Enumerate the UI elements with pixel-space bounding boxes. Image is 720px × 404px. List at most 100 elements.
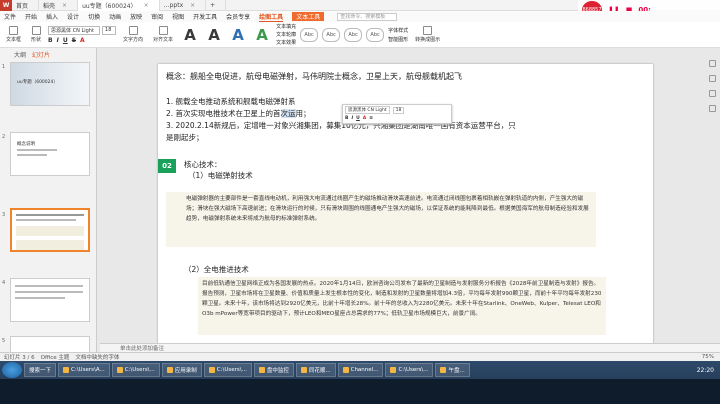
mini-font-select[interactable]: 思源黑体 CN Light: [345, 106, 390, 114]
list-item-2[interactable]: 2. 首次实现电推技术在卫星上的首次运用；: [166, 108, 311, 119]
close-icon[interactable]: ×: [144, 2, 149, 9]
list-item-3[interactable]: 3. 2020.2.14新规后，定增唯一对象兴湘集团，募集10亿元，兴湘集团是湖…: [166, 120, 516, 131]
slide-number: 5: [2, 338, 6, 344]
menu-developer[interactable]: 开发工具: [193, 12, 217, 21]
font-size-select[interactable]: 18: [102, 25, 117, 35]
menu-review[interactable]: 审阅: [151, 12, 163, 21]
subheading-2[interactable]: （2）全电推进技术: [184, 264, 249, 275]
text-style-a1[interactable]: A: [180, 26, 200, 44]
menu-file[interactable]: 文件: [4, 12, 16, 21]
text-outline-button[interactable]: 文本轮廓: [276, 31, 296, 38]
zoom-level[interactable]: 75%: [702, 354, 714, 360]
menu-start[interactable]: 开始: [25, 12, 37, 21]
close-icon[interactable]: ×: [62, 2, 67, 9]
text-style-a4[interactable]: A: [252, 26, 272, 44]
mini-italic-icon[interactable]: I: [351, 116, 353, 121]
menu-animation[interactable]: 动画: [109, 12, 121, 21]
shape-button[interactable]: 形状: [28, 25, 44, 45]
convert-diagram-button[interactable]: 转换成图示: [412, 25, 443, 45]
thumb-text-line: [17, 154, 47, 156]
tab-home[interactable]: 首页: [12, 0, 40, 11]
menu-design[interactable]: 设计: [67, 12, 79, 21]
mini-size-select[interactable]: 18: [392, 106, 405, 114]
smart-graphic-button[interactable]: 智能图形: [388, 36, 408, 43]
menu-slideshow[interactable]: 放映: [130, 12, 142, 21]
tab-docer[interactable]: 稻壳 ×: [39, 0, 79, 11]
concept-line[interactable]: 概念：舰船全电促进，航母电磁弹射，马伟明院士概念，卫星上天，航母舰载机起飞: [166, 71, 462, 82]
style-preset-1[interactable]: Abc: [300, 27, 319, 42]
clock[interactable]: 22:20: [697, 367, 720, 374]
taskbar-item[interactable]: C:\Users\...: [385, 363, 434, 377]
slide-number: 3: [2, 212, 6, 218]
text-style-a2[interactable]: A: [204, 26, 224, 44]
taskbar-background: [0, 379, 720, 404]
menu-insert[interactable]: 插入: [46, 12, 58, 21]
taskbar-item[interactable]: 盘中监控: [253, 363, 294, 377]
taskbar-item[interactable]: C:\Users\A...: [58, 363, 110, 377]
tab-slides[interactable]: 幻灯片: [32, 50, 50, 59]
style-preset-2[interactable]: Abc: [322, 27, 341, 42]
taskbar-item[interactable]: 同花顺...: [295, 363, 336, 377]
wps-logo-icon[interactable]: W: [0, 0, 12, 11]
list-item-1[interactable]: 1. 舰载全电推动系统和舰载电磁弹射系: [166, 96, 296, 107]
slide-thumbnail-1[interactable]: uu专题（600024）: [10, 62, 90, 106]
taskbar-item[interactable]: 应用录制: [161, 363, 202, 377]
align-text-icon: [158, 26, 168, 35]
taskbar-item[interactable]: 午盘...: [435, 363, 470, 377]
text-direction-button[interactable]: 文字方向: [120, 25, 146, 45]
slide-canvas: 概念：舰船全电促进，航母电磁弹射，马伟明院士概念，卫星上天，航母舰载机起飞 1.…: [100, 48, 720, 344]
taskbar-search[interactable]: 搜索一下: [24, 363, 57, 377]
slide-thumbnail-3[interactable]: [10, 208, 90, 252]
slide-thumbnail-2[interactable]: 概念说明: [10, 132, 90, 176]
slide[interactable]: 概念：舰船全电促进，航母电磁弹射，马伟明院士概念，卫星上天，航母舰载机起飞 1.…: [158, 64, 653, 344]
style-preset-3[interactable]: Abc: [344, 27, 363, 42]
align-text-button[interactable]: 对齐文本: [150, 25, 176, 45]
font-name-select[interactable]: 思源黑体 CN Light: [48, 25, 101, 35]
menu-text-tools[interactable]: 文本工具: [292, 12, 325, 21]
list-item-3-cont[interactable]: 是刚起步；: [166, 132, 204, 143]
mini-font-color-icon[interactable]: A: [363, 116, 366, 121]
floating-format-toolbar: 思源黑体 CN Light 18 B I U A ≡: [342, 104, 452, 124]
bold-icon[interactable]: B: [48, 37, 53, 44]
subheading-1[interactable]: （1）电磁弹射技术: [188, 170, 253, 181]
menu-transition[interactable]: 切换: [88, 12, 100, 21]
menu-member[interactable]: 会员专享: [226, 12, 250, 21]
strikethrough-icon[interactable]: S: [72, 37, 76, 44]
italic-icon[interactable]: I: [57, 37, 59, 44]
app-icon: [258, 367, 265, 373]
taskbar-item[interactable]: Channel...: [337, 363, 384, 377]
core-tech-title[interactable]: 核心技术：: [184, 159, 222, 170]
taskbar-item[interactable]: C:\Users\...: [203, 363, 252, 377]
taskbar-item[interactable]: C:\Users\...: [111, 363, 160, 377]
animation-icon[interactable]: [708, 90, 716, 97]
menu-view[interactable]: 视图: [172, 12, 184, 21]
start-button[interactable]: [2, 362, 22, 378]
textbox-button[interactable]: 文本框: [3, 25, 24, 45]
notes-bar[interactable]: 单击此处添加备注: [100, 343, 720, 352]
new-tab-button[interactable]: +: [206, 0, 227, 11]
font-style-button[interactable]: 字体样式: [388, 27, 408, 34]
text-style-a3[interactable]: A: [228, 26, 248, 44]
text-fill-button[interactable]: 文本填充: [276, 23, 296, 30]
command-search-input[interactable]: 查找命令、搜索模板: [337, 12, 398, 21]
slide-thumbnail-4[interactable]: [10, 278, 90, 322]
mini-align-icon[interactable]: ≡: [369, 116, 373, 121]
font-color-icon[interactable]: A: [80, 37, 85, 44]
style-preset-4[interactable]: Abc: [366, 27, 385, 42]
paragraph-electric-propulsion[interactable]: 目前低轨通信卫星网络正成为各国发展的热点。2020年1月14日，欧洲咨询公司发布…: [198, 277, 606, 335]
tab-document[interactable]: uu专题（600024） ×: [78, 0, 160, 11]
text-effect-button[interactable]: 文本效果: [276, 39, 296, 46]
underline-icon[interactable]: U: [63, 37, 68, 44]
theme-name: Office 主题: [40, 355, 70, 361]
missing-fonts-link[interactable]: 文档中缺失的字体: [75, 353, 119, 361]
mini-underline-icon[interactable]: U: [356, 116, 360, 121]
tab-pptx[interactable]: …pptx ×: [160, 0, 207, 11]
menu-drawing-tools[interactable]: 绘图工具: [259, 12, 284, 22]
select-icon[interactable]: [708, 60, 716, 67]
close-icon[interactable]: ×: [190, 2, 195, 9]
paragraph-em-catapult[interactable]: 电磁弹射器的主要部件是一套直线电动机，利用强大电流通过线圈产生的磁场推动滑块高速…: [166, 192, 596, 247]
mini-bold-icon[interactable]: B: [345, 116, 348, 121]
tab-outline[interactable]: 大纲: [14, 50, 26, 59]
settings-icon[interactable]: [708, 105, 716, 112]
style-icon[interactable]: [708, 75, 716, 82]
